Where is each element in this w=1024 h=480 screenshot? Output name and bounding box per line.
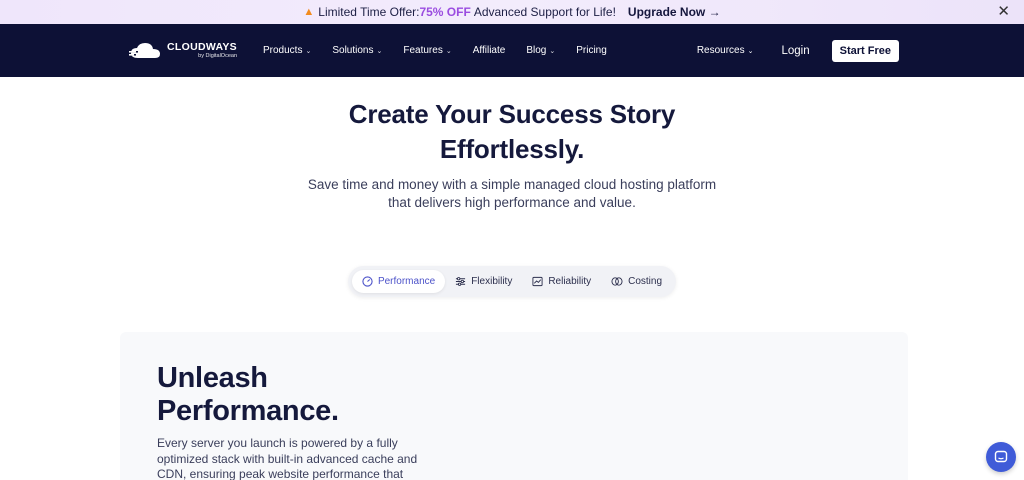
nav-item-label: Affiliate [472,45,506,56]
promo-suffix: Advanced Support for Life! [473,5,616,19]
nav-item-blog[interactable]: Blog ⌄ [526,45,555,56]
tab-performance[interactable]: Performance [351,270,446,293]
hero-title-line2: Effortlessly. [439,134,585,164]
chat-launcher-button[interactable] [986,442,1016,472]
speedometer-icon [362,276,373,287]
upgrade-now-link[interactable]: Upgrade Now → [628,5,721,19]
hero-title-line1: Create Your Success Story [348,99,676,129]
section-description: Every server you launch is powered by a … [157,436,418,480]
section-title: Unleash Performance. [157,362,417,428]
nav-item-resources[interactable]: Resources ⌄ [697,45,754,56]
hero-title: Create Your Success Story Effortlessly. [0,97,1024,167]
tab-costing[interactable]: Costing [601,270,672,293]
hero-subtitle-line2: that delivers high performance and value… [388,195,636,210]
performance-section: Unleash Performance. Every server you la… [120,332,908,480]
cloudways-logo[interactable]: CLOUDWAYS by DigitalOcean [128,41,263,61]
logo-brand: CLOUDWAYS [167,40,237,53]
chat-icon [994,450,1008,463]
main-navigation: CLOUDWAYS by DigitalOcean Products ⌄ Sol… [0,24,1024,77]
chevron-down-icon: ⌄ [747,47,754,55]
start-free-button[interactable]: Start Free [831,39,899,62]
section-title-line1: Unleash [157,362,268,394]
nav-item-solutions[interactable]: Solutions ⌄ [332,45,382,56]
nav-item-label: Pricing [576,45,607,56]
feature-tabs: Performance Flexibility Reliability Cost… [347,266,677,297]
tab-reliability[interactable]: Reliability [522,270,601,293]
promo-prefix: Limited Time Offer: [318,5,420,19]
chevron-down-icon: ⌄ [376,47,383,55]
close-icon[interactable]: ✕ [997,4,1010,20]
login-link[interactable]: Login [782,45,810,57]
upgrade-now-label: Upgrade Now [627,5,706,19]
hero-section: Create Your Success Story Effortlessly. … [0,77,1024,212]
nav-item-affiliate[interactable]: Affiliate [473,45,506,56]
tab-label: Performance [377,276,436,287]
chevron-down-icon: ⌄ [549,47,556,55]
chart-icon [532,276,543,287]
nav-actions: Resources ⌄ Login Start Free [697,39,899,62]
chevron-down-icon: ⌄ [445,47,452,55]
tab-flexibility[interactable]: Flexibility [445,270,522,293]
section-title-line2: Performance. [157,395,339,427]
arrow-right-icon: → [708,5,721,19]
nav-item-label: Resources [696,45,745,56]
nav-item-pricing[interactable]: Pricing [576,45,607,56]
tab-label: Flexibility [471,276,513,287]
nav-item-label: Products [263,45,303,56]
feature-tabs-wrapper: Performance Flexibility Reliability Cost… [0,266,1024,297]
promo-highlight: 75% OFF [419,5,471,19]
flame-icon: ▲ [303,6,315,18]
nav-item-products[interactable]: Products ⌄ [263,45,311,56]
chevron-down-icon: ⌄ [305,47,312,55]
coins-icon [611,277,623,286]
tab-label: Reliability [548,276,592,287]
nav-menu: Products ⌄ Solutions ⌄ Features ⌄ Affili… [263,45,628,56]
sliders-icon [456,277,466,286]
promo-banner: ▲ Limited Time Offer: 75% OFF Advanced S… [0,0,1024,24]
logo-byline: by DigitalOcean [198,52,237,59]
nav-item-label: Blog [526,45,547,56]
hero-subtitle: Save time and money with a simple manage… [0,176,1024,212]
tab-label: Costing [628,276,663,287]
hero-subtitle-line1: Save time and money with a simple manage… [307,177,717,192]
cloud-logo-icon [128,42,160,58]
nav-item-label: Solutions [332,45,374,56]
nav-item-features[interactable]: Features ⌄ [403,45,451,56]
nav-item-label: Features [403,45,443,56]
